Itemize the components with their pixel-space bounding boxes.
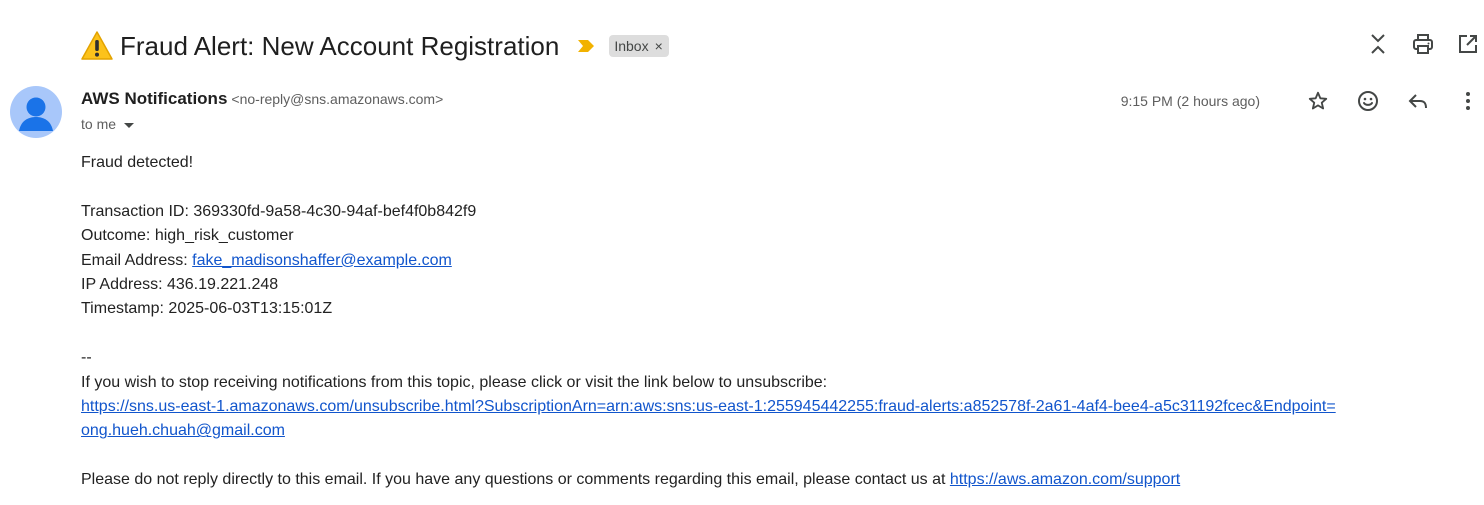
email-address-label: Email Address: [81,251,193,269]
remove-label-icon[interactable]: × [655,38,663,54]
sender-avatar[interactable] [10,86,62,138]
body-headline: Fraud detected! [81,154,194,171]
add-reaction-icon[interactable] [1356,88,1380,114]
warning-icon [80,29,114,63]
outcome-label: Outcome: [81,227,155,245]
unsubscribe-link-line-1: https://sns.us-east-1.amazonaws.com/unsu… [81,395,1471,419]
more-vert-icon[interactable] [1456,88,1480,114]
subject-row: Fraud Alert: New Account Registration In… [80,26,669,66]
email-address-line: Email Address: fake_madisonshaffer@examp… [81,249,1471,273]
ip-address-label: IP Address: [81,276,167,294]
collapse-all-icon[interactable] [1366,32,1390,56]
sender-email: <no-reply@sns.amazonaws.com> [231,91,444,107]
unsubscribe-text: If you wish to stop receiving notificati… [81,373,828,391]
transaction-id-line: Transaction ID: 369330fd-9a58-4c30-94af-… [81,200,1471,224]
sender-name[interactable]: AWS Notifications [81,89,227,109]
email-view: Fraud Alert: New Account Registration In… [0,0,1484,505]
ip-address-line: IP Address: 436.19.221.248 [81,273,1471,297]
message-body: Fraud detected! Transaction ID: 369330fd… [81,151,1471,493]
star-icon[interactable] [1306,88,1330,114]
footer-line: Please do not reply directly to this ema… [81,468,1471,492]
unsubscribe-link[interactable]: https://sns.us-east-1.amazonaws.com/unsu… [81,398,1336,415]
message-timestamp: 9:15 PM (2 hours ago) [1120,93,1260,109]
recipients-toggle[interactable]: to me [81,116,443,132]
timestamp-line: Timestamp: 2025-06-03T13:15:01Z [81,297,1471,321]
transaction-id-label: Transaction ID: [81,202,194,220]
unsubscribe-link-continued[interactable]: ong.hueh.chuah@gmail.com [81,422,285,439]
email-address-link[interactable]: fake_madisonshaffer@example.com [192,252,452,269]
print-icon[interactable] [1411,32,1435,56]
timestamp-value: 2025-06-03T13:15:01Z [168,300,333,318]
chevron-down-icon[interactable] [124,122,135,128]
outcome-value: high_risk_customer [154,227,294,245]
inbox-label-chip[interactable]: Inbox × [609,35,669,57]
signature-separator: -- [81,349,92,367]
footer-text: Please do not reply directly to this ema… [81,471,950,489]
email-subject: Fraud Alert: New Account Registration [120,30,560,61]
transaction-id-value: 369330fd-9a58-4c30-94af-bef4f0b842f9 [193,202,477,220]
support-link[interactable]: https://aws.amazon.com/support [950,471,1180,488]
timestamp-label: Timestamp: [81,300,169,318]
importance-marker-icon[interactable] [577,39,595,53]
message-meta: 9:15 PM (2 hours ago) [1121,88,1480,114]
inbox-label-text: Inbox [614,38,649,54]
reply-icon[interactable] [1406,88,1430,114]
thread-actions [1345,32,1480,56]
sender-info: AWS Notifications <no-reply@sns.amazonaw… [81,89,443,132]
ip-address-value: 436.19.221.248 [166,276,279,294]
unsubscribe-link-line-2: ong.hueh.chuah@gmail.com [81,419,1471,443]
open-in-new-window-icon[interactable] [1456,32,1480,56]
outcome-line: Outcome: high_risk_customer [81,224,1471,248]
recipients-label: to me [81,116,117,132]
